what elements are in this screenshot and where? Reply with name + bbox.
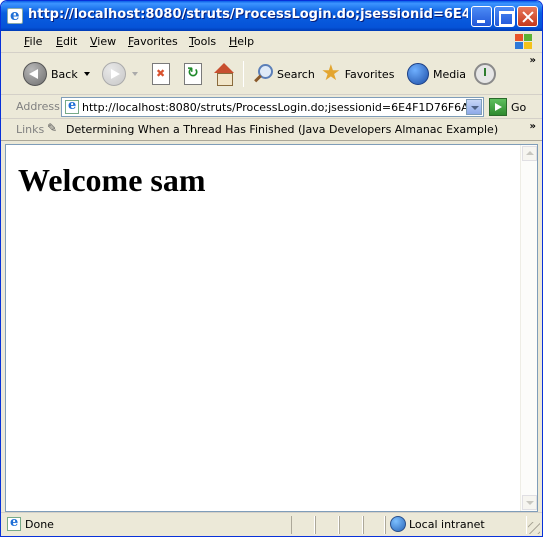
close-button[interactable] (517, 6, 538, 27)
close-icon (518, 7, 537, 26)
back-arrow-icon (23, 62, 47, 86)
address-dropdown-button[interactable] (466, 99, 482, 115)
status-panel (291, 516, 315, 534)
resize-grip[interactable] (528, 522, 540, 534)
menu-file[interactable]: File (24, 35, 42, 48)
links-label: Links (16, 123, 45, 136)
status-bar: Done Local intranet (1, 512, 542, 536)
menu-help[interactable]: Help (229, 35, 254, 48)
status-text: Done (25, 518, 54, 531)
menu-favorites[interactable]: Favorites (128, 35, 178, 48)
standard-toolbar: Back Search ★ Favorites Media (1, 53, 542, 95)
search-label: Search (277, 67, 315, 81)
page-heading: Welcome sam (18, 162, 206, 198)
status-page-icon (7, 515, 21, 531)
scroll-up-icon[interactable] (522, 146, 537, 161)
link-icon (47, 121, 60, 137)
media-icon (407, 63, 429, 85)
forward-button[interactable] (102, 59, 138, 89)
page-content: Welcome sam (5, 144, 538, 512)
search-button[interactable]: Search (251, 59, 315, 89)
home-button[interactable] (213, 59, 235, 89)
stop-icon (152, 63, 170, 85)
forward-arrow-icon (102, 62, 126, 86)
zone-text: Local intranet (409, 518, 485, 531)
go-button[interactable]: Go (489, 97, 526, 117)
link-item[interactable]: Determining When a Thread Has Finished (… (66, 123, 498, 136)
back-label: Back (51, 67, 78, 81)
address-label: Address (16, 100, 60, 113)
links-bar: Links Determining When a Thread Has Fini… (1, 119, 542, 141)
minimize-icon (472, 7, 491, 26)
media-label: Media (433, 67, 467, 81)
address-bar: Address Go (1, 95, 542, 119)
window-title: http://localhost:8080/struts/ProcessLogi… (28, 7, 468, 22)
minimize-button[interactable] (471, 6, 492, 27)
maximize-button[interactable] (494, 6, 515, 27)
links-chevron-icon[interactable]: » (530, 121, 536, 132)
ie-icon (7, 6, 23, 24)
status-panel (339, 516, 363, 534)
status-panel (315, 516, 339, 534)
forward-dropdown-icon[interactable] (132, 72, 138, 76)
favorites-star-icon: ★ (321, 61, 341, 86)
address-field[interactable] (61, 97, 484, 117)
menu-tools[interactable]: Tools (189, 35, 216, 48)
title-bar: http://localhost:8080/struts/ProcessLogi… (1, 1, 542, 31)
vertical-scrollbar[interactable] (520, 145, 537, 511)
history-button[interactable] (474, 59, 496, 89)
favorites-button[interactable]: ★ Favorites (321, 59, 394, 89)
back-button[interactable]: Back (23, 59, 90, 89)
refresh-icon (184, 63, 202, 85)
toolbar-separator (243, 61, 244, 87)
status-panel (363, 516, 385, 534)
address-input[interactable] (82, 99, 467, 115)
toolbar-chevron-icon[interactable]: » (530, 55, 536, 66)
scroll-down-icon[interactable] (522, 495, 537, 510)
go-arrow-icon (489, 98, 507, 116)
search-icon (251, 63, 273, 85)
media-button[interactable]: Media (407, 59, 466, 89)
menu-bar: File Edit View Favorites Tools Help (1, 31, 542, 53)
refresh-button[interactable] (184, 59, 202, 89)
go-label: Go (511, 100, 527, 114)
windows-logo-icon (512, 32, 534, 52)
menu-edit[interactable]: Edit (56, 35, 77, 48)
history-icon (474, 63, 496, 85)
maximize-icon (495, 7, 514, 26)
back-dropdown-icon[interactable] (83, 72, 90, 76)
favorites-label: Favorites (344, 67, 395, 81)
page-icon (65, 98, 79, 114)
stop-button[interactable] (152, 59, 170, 89)
home-icon (213, 63, 235, 86)
menu-view[interactable]: View (90, 35, 116, 48)
browser-window: http://localhost:8080/struts/ProcessLogi… (0, 0, 543, 537)
intranet-zone-icon (390, 516, 406, 532)
